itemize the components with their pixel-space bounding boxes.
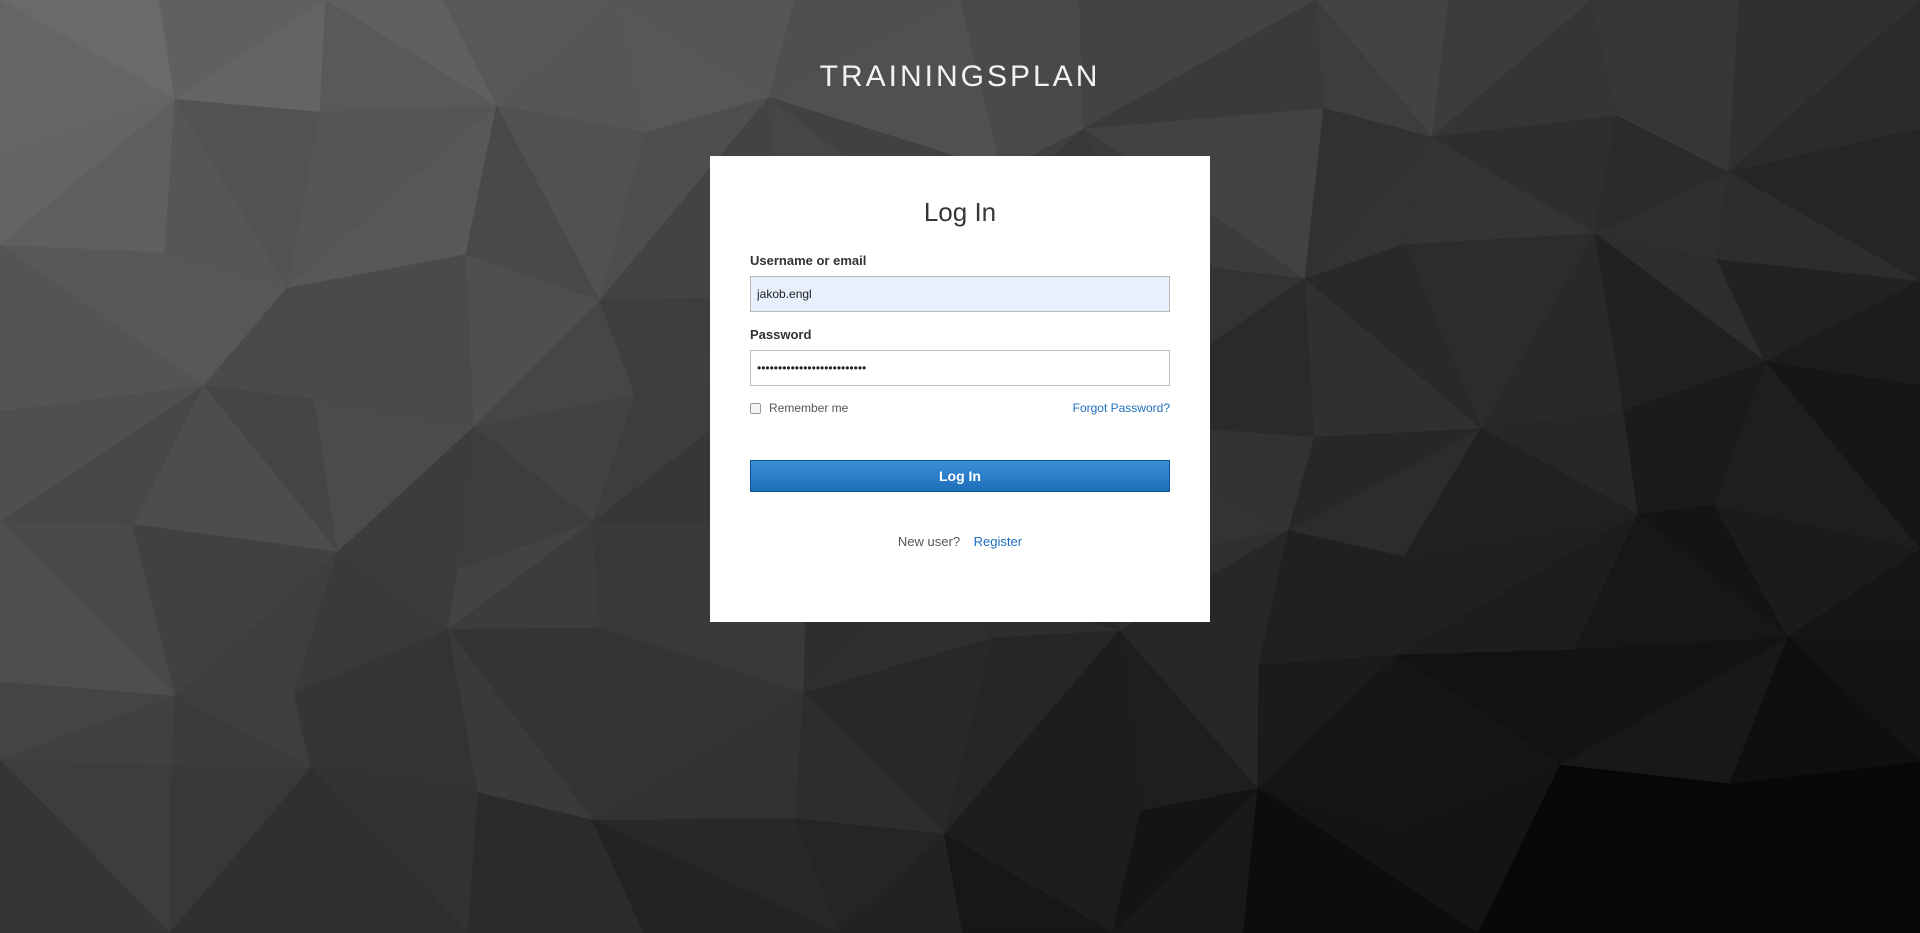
register-row: New user? Register: [750, 534, 1170, 549]
app-title: TRAININGSPLAN: [819, 60, 1101, 93]
password-input[interactable]: [750, 350, 1170, 386]
new-user-text: New user?: [897, 534, 961, 549]
password-label: Password: [750, 327, 812, 342]
login-options: Remember me Forgot Password?: [750, 398, 1170, 418]
page-title: Log In: [923, 197, 997, 227]
register-link[interactable]: Register: [974, 534, 1022, 549]
username-label: Username or email: [750, 253, 867, 268]
username-input[interactable]: [750, 276, 1170, 312]
remember-me-label: Remember me: [769, 401, 849, 415]
login-card: Log In Username or email Password Rememb…: [710, 156, 1210, 622]
forgot-password-link[interactable]: Forgot Password?: [1073, 401, 1170, 415]
login-button[interactable]: Log In: [750, 460, 1170, 492]
remember-me-checkbox[interactable]: [750, 402, 761, 414]
remember-me[interactable]: Remember me: [750, 401, 848, 415]
